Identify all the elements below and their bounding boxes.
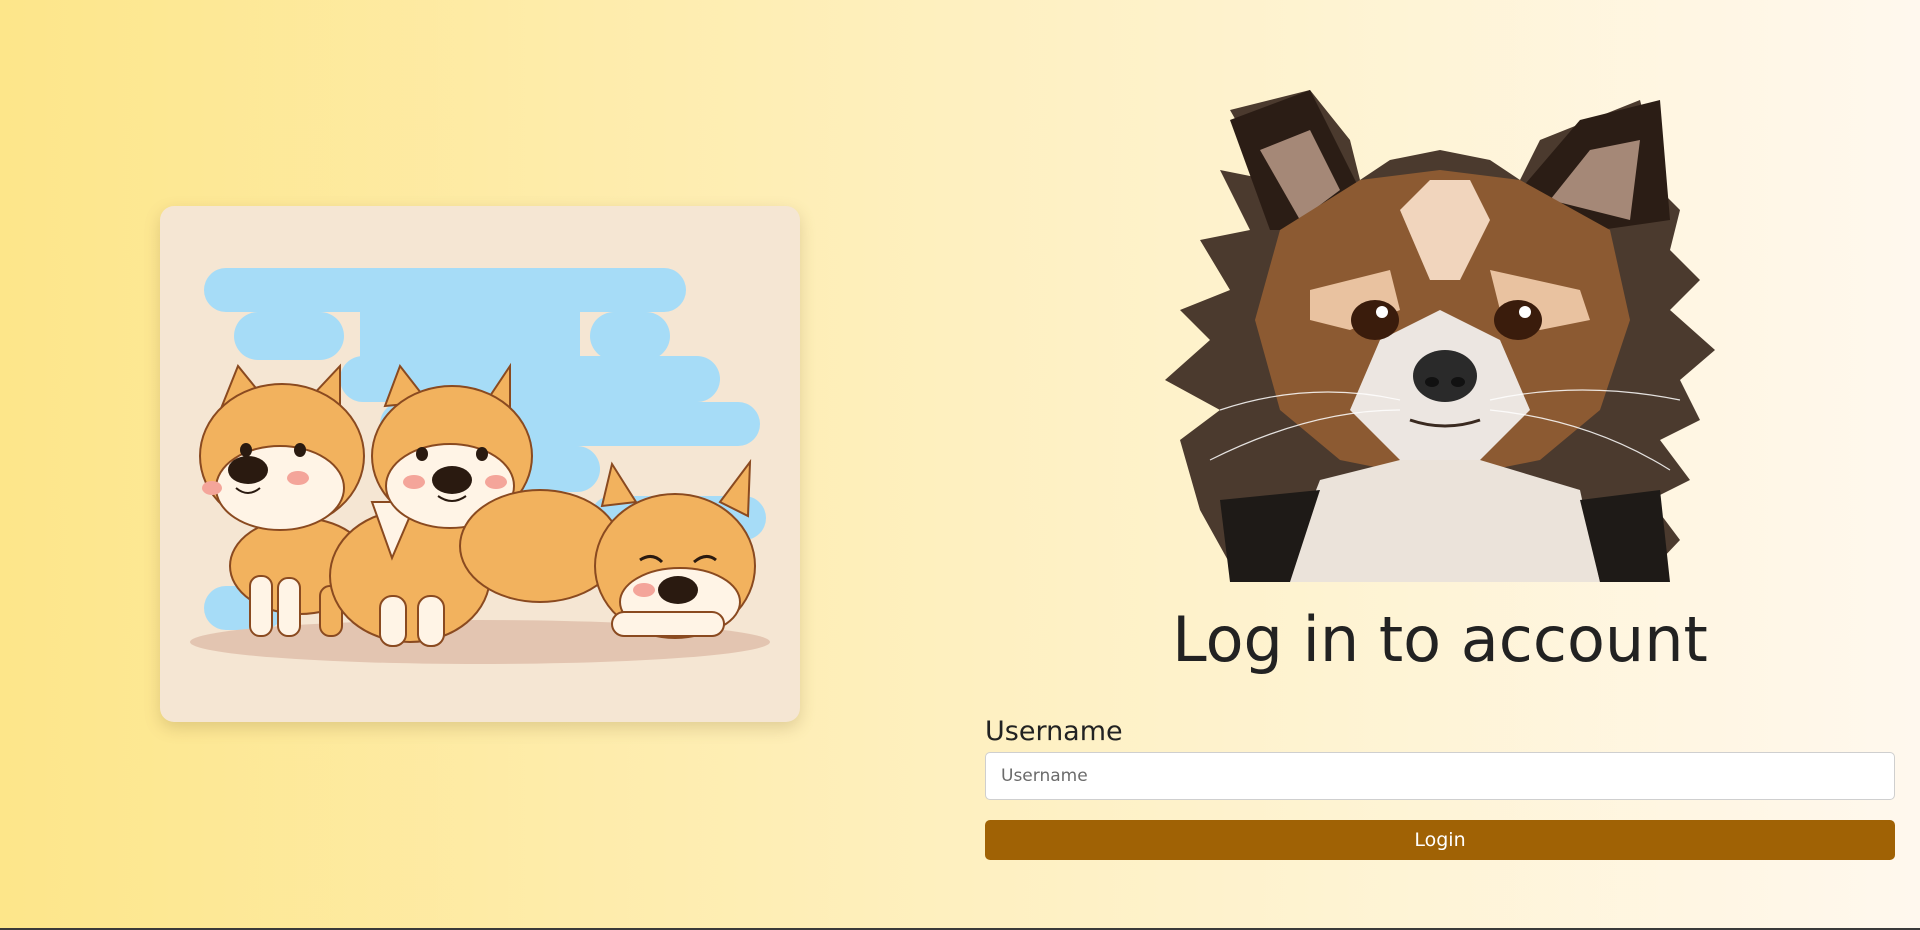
username-input[interactable] [985, 752, 1895, 800]
username-label: Username [985, 716, 1123, 747]
page-title: Log in to account [1172, 603, 1708, 676]
shiba-puppies-illustration [160, 206, 800, 722]
login-page: Log in to account Username Login [0, 0, 1920, 928]
login-button[interactable]: Login [985, 820, 1895, 860]
chihuahua-portrait [1160, 80, 1720, 582]
login-panel: Log in to account Username Login [985, 80, 1895, 870]
